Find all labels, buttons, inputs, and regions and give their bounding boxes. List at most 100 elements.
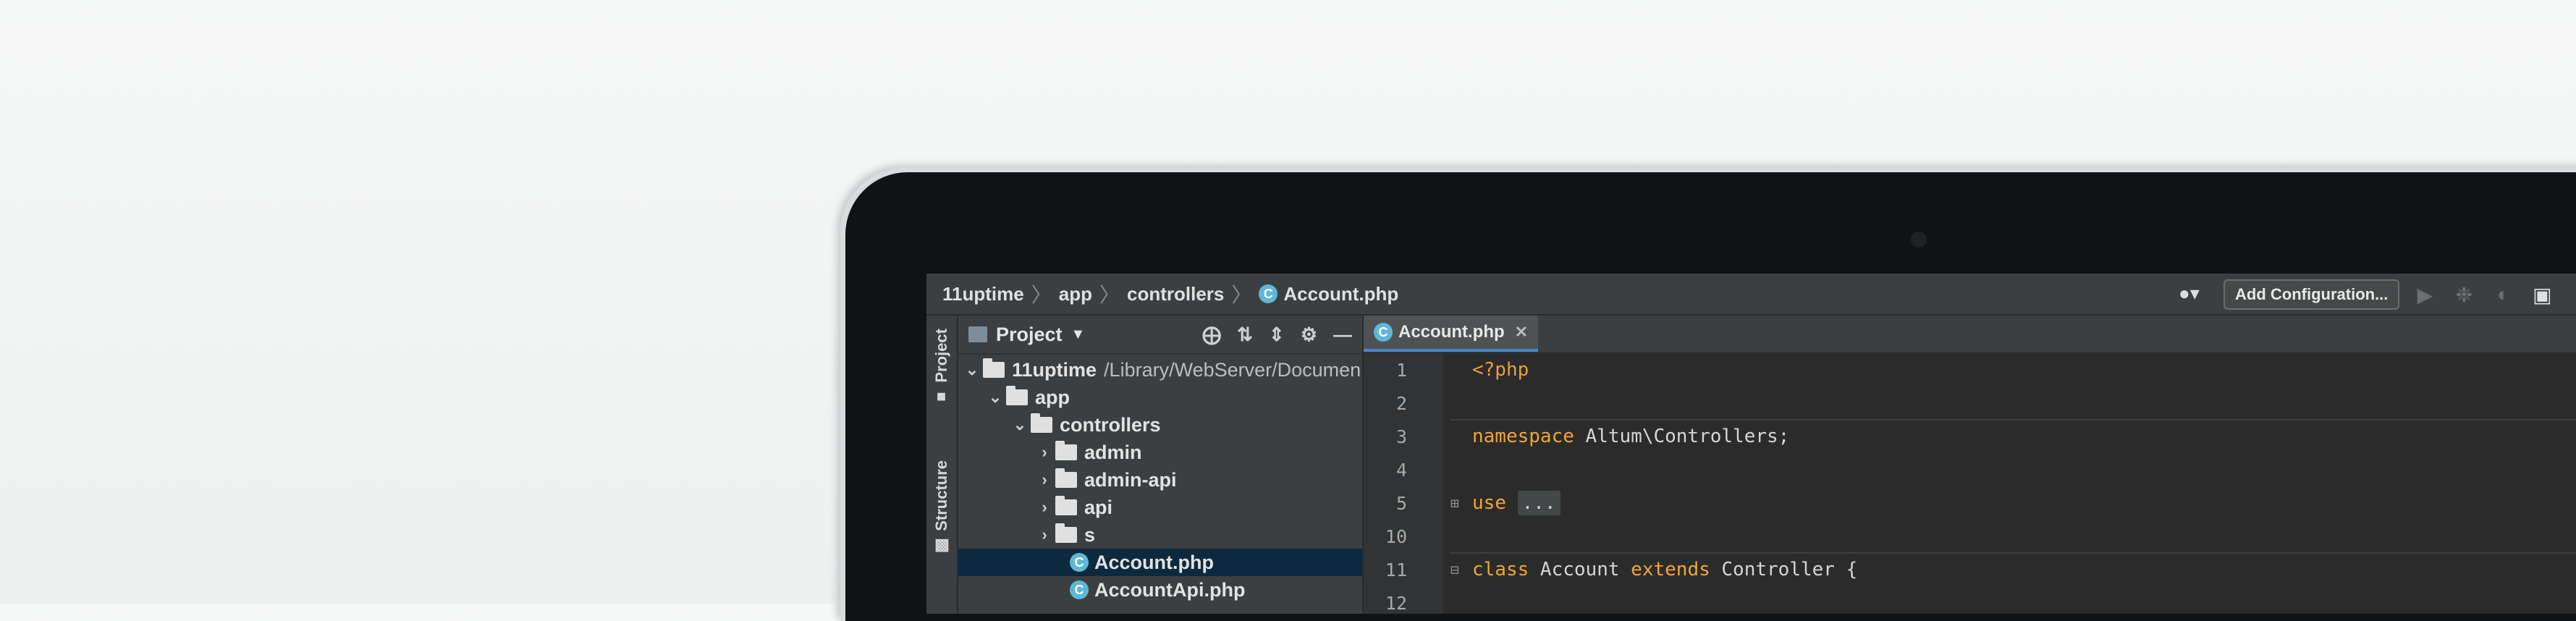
- panel-tools: ⨁ ⇅ ⇕ ⚙ —: [1202, 324, 1352, 346]
- tree-item-account-php[interactable]: C Account.php: [958, 549, 1362, 576]
- php-class-icon: C: [1070, 553, 1089, 572]
- code-line[interactable]: 3 namespace Altum\Controllers;: [1364, 420, 2576, 453]
- chevron-down-icon[interactable]: ⌄: [961, 360, 983, 379]
- code-rest: Controller {: [1710, 559, 1858, 580]
- code-text: use ...: [1472, 491, 1561, 515]
- tool-window-stripe: ■ Project ▩ Structure: [926, 316, 958, 614]
- gear-icon[interactable]: ⚙: [1301, 324, 1317, 346]
- folder-icon: [1006, 386, 1028, 405]
- line-number: 2: [1395, 392, 1407, 414]
- tree-item-app[interactable]: ⌄ app: [958, 384, 1362, 411]
- folder-icon: [983, 358, 1005, 378]
- coverage-icon[interactable]: ◐: [2489, 283, 2517, 306]
- breadcrumb-controllers[interactable]: controllers: [1127, 283, 1224, 305]
- close-icon[interactable]: ✕: [1515, 323, 1528, 342]
- webcam: [1911, 232, 1927, 248]
- tree-item-label: admin-api: [1084, 468, 1177, 491]
- tree-item-admin[interactable]: › admin: [958, 439, 1362, 466]
- line-number: 5: [1395, 492, 1407, 514]
- tree-item-label: AccountApi.php: [1094, 578, 1246, 601]
- locate-icon[interactable]: ⨁: [1202, 324, 1221, 346]
- tree-item-controllers[interactable]: ⌄ controllers: [958, 411, 1362, 439]
- chevron-down-icon[interactable]: ▼: [1071, 326, 1086, 343]
- tree-item-label: controllers: [1060, 413, 1161, 436]
- line-number: 4: [1395, 459, 1407, 481]
- breadcrumb-separator: 〉: [1099, 284, 1120, 306]
- debug-icon[interactable]: ❉: [2450, 283, 2478, 307]
- project-panel: Project ▼ ⨁ ⇅ ⇕ ⚙ — ⌄ 11uptime /Library/…: [958, 316, 1364, 614]
- keyword: use: [1472, 492, 1506, 514]
- code-editor: C Account.php ✕ 1 <?php 2 3 namespace Al…: [1364, 316, 2576, 614]
- breadcrumb-separator: 〉: [1031, 284, 1052, 306]
- line-number: 1: [1395, 359, 1407, 381]
- chevron-right-icon[interactable]: ›: [1034, 470, 1055, 489]
- folded-region[interactable]: ...: [1517, 491, 1561, 515]
- code-text: class Account extends Controller {: [1472, 559, 1857, 580]
- folder-icon: [1055, 523, 1077, 543]
- tree-item-accountapi-php[interactable]: C AccountApi.php: [958, 576, 1362, 604]
- line-number: 3: [1395, 426, 1407, 447]
- tree-item-label: s: [1084, 523, 1096, 546]
- editor-tabs: C Account.php ✕: [1364, 316, 2576, 353]
- php-class-icon: C: [1374, 323, 1393, 342]
- structure-tool-tab[interactable]: ▩ Structure: [931, 460, 953, 555]
- code-line[interactable]: 4: [1364, 453, 2576, 486]
- project-icon: [968, 326, 987, 342]
- code-line[interactable]: 11 ⊟ class Account extends Controller {: [1364, 553, 2576, 586]
- tree-item-s[interactable]: › s: [958, 521, 1362, 549]
- tree-item-path: /Library/WebServer/Documen: [1104, 358, 1361, 381]
- structure-icon: ▩: [932, 536, 950, 555]
- ide-screen: 11uptime 〉 app 〉 controllers 〉 C Account…: [926, 274, 2576, 614]
- breadcrumb-separator: 〉: [1231, 284, 1252, 306]
- php-class-icon: C: [1259, 284, 1278, 303]
- tab-account-php[interactable]: C Account.php ✕: [1364, 316, 1539, 352]
- navigation-bar: 11uptime 〉 app 〉 controllers 〉 C Account…: [926, 274, 2576, 316]
- fold-expand-icon[interactable]: ⊞: [1450, 494, 1459, 512]
- code-rest: Altum\Controllers;: [1574, 426, 1790, 447]
- tree-item-root[interactable]: ⌄ 11uptime /Library/WebServer/Documen: [958, 356, 1362, 384]
- tree-item-label: 11uptime: [1012, 358, 1097, 381]
- chevron-down-icon[interactable]: ⌄: [984, 388, 1006, 407]
- tree-item-api[interactable]: › api: [958, 494, 1362, 521]
- code-line[interactable]: 5 ⊞ use ...: [1364, 486, 2576, 520]
- keyword: class: [1472, 559, 1529, 580]
- project-panel-header: Project ▼ ⨁ ⇅ ⇕ ⚙ —: [958, 316, 1362, 355]
- user-icon[interactable]: ●▾: [2179, 282, 2212, 307]
- code-rest: Account: [1529, 559, 1631, 580]
- collapse-all-icon[interactable]: ⇕: [1269, 324, 1285, 346]
- run-toolbar: ●▾ Add Configuration... ▶ ❉ ◐ ▣: [2179, 279, 2556, 310]
- hide-icon[interactable]: —: [1333, 324, 1352, 346]
- chevron-right-icon[interactable]: ›: [1034, 443, 1055, 462]
- fold-collapse-icon[interactable]: ⊟: [1450, 561, 1459, 578]
- line-number: 12: [1385, 592, 1407, 614]
- code-rest: [1506, 492, 1518, 514]
- folder-icon: [1031, 413, 1052, 433]
- run-icon[interactable]: ▶: [2411, 283, 2438, 307]
- structure-tool-label: Structure: [932, 460, 950, 531]
- chevron-right-icon[interactable]: ›: [1034, 498, 1055, 517]
- code-line[interactable]: 10: [1364, 520, 2576, 553]
- profile-icon[interactable]: ▣: [2528, 283, 2556, 307]
- tree-item-label: app: [1035, 386, 1070, 408]
- code-line[interactable]: 2: [1364, 386, 2576, 420]
- keyword: namespace: [1472, 426, 1574, 447]
- breadcrumb-project[interactable]: 11uptime: [942, 283, 1024, 305]
- folder-icon: [1055, 441, 1077, 460]
- code-line[interactable]: 12: [1364, 586, 2576, 614]
- chevron-right-icon[interactable]: ›: [1034, 525, 1055, 544]
- breadcrumb-app[interactable]: app: [1059, 283, 1092, 305]
- code-text: namespace Altum\Controllers;: [1472, 426, 1789, 447]
- breadcrumb-file[interactable]: Account.php: [1283, 283, 1398, 305]
- add-configuration-button[interactable]: Add Configuration...: [2224, 279, 2400, 310]
- tree-item-label: Account.php: [1094, 551, 1214, 573]
- keyword: extends: [1631, 559, 1710, 580]
- project-tool-tab[interactable]: ■ Project: [931, 329, 953, 407]
- project-title[interactable]: Project: [996, 324, 1063, 346]
- chevron-down-icon[interactable]: ⌄: [1009, 415, 1031, 434]
- tree-item-label: api: [1084, 496, 1113, 518]
- tab-label: Account.php: [1398, 322, 1505, 342]
- tree-item-admin-api[interactable]: › admin-api: [958, 466, 1362, 494]
- folder-icon: [1055, 496, 1077, 515]
- expand-all-icon[interactable]: ⇅: [1237, 324, 1253, 346]
- code-line[interactable]: 1 <?php: [1364, 353, 2576, 386]
